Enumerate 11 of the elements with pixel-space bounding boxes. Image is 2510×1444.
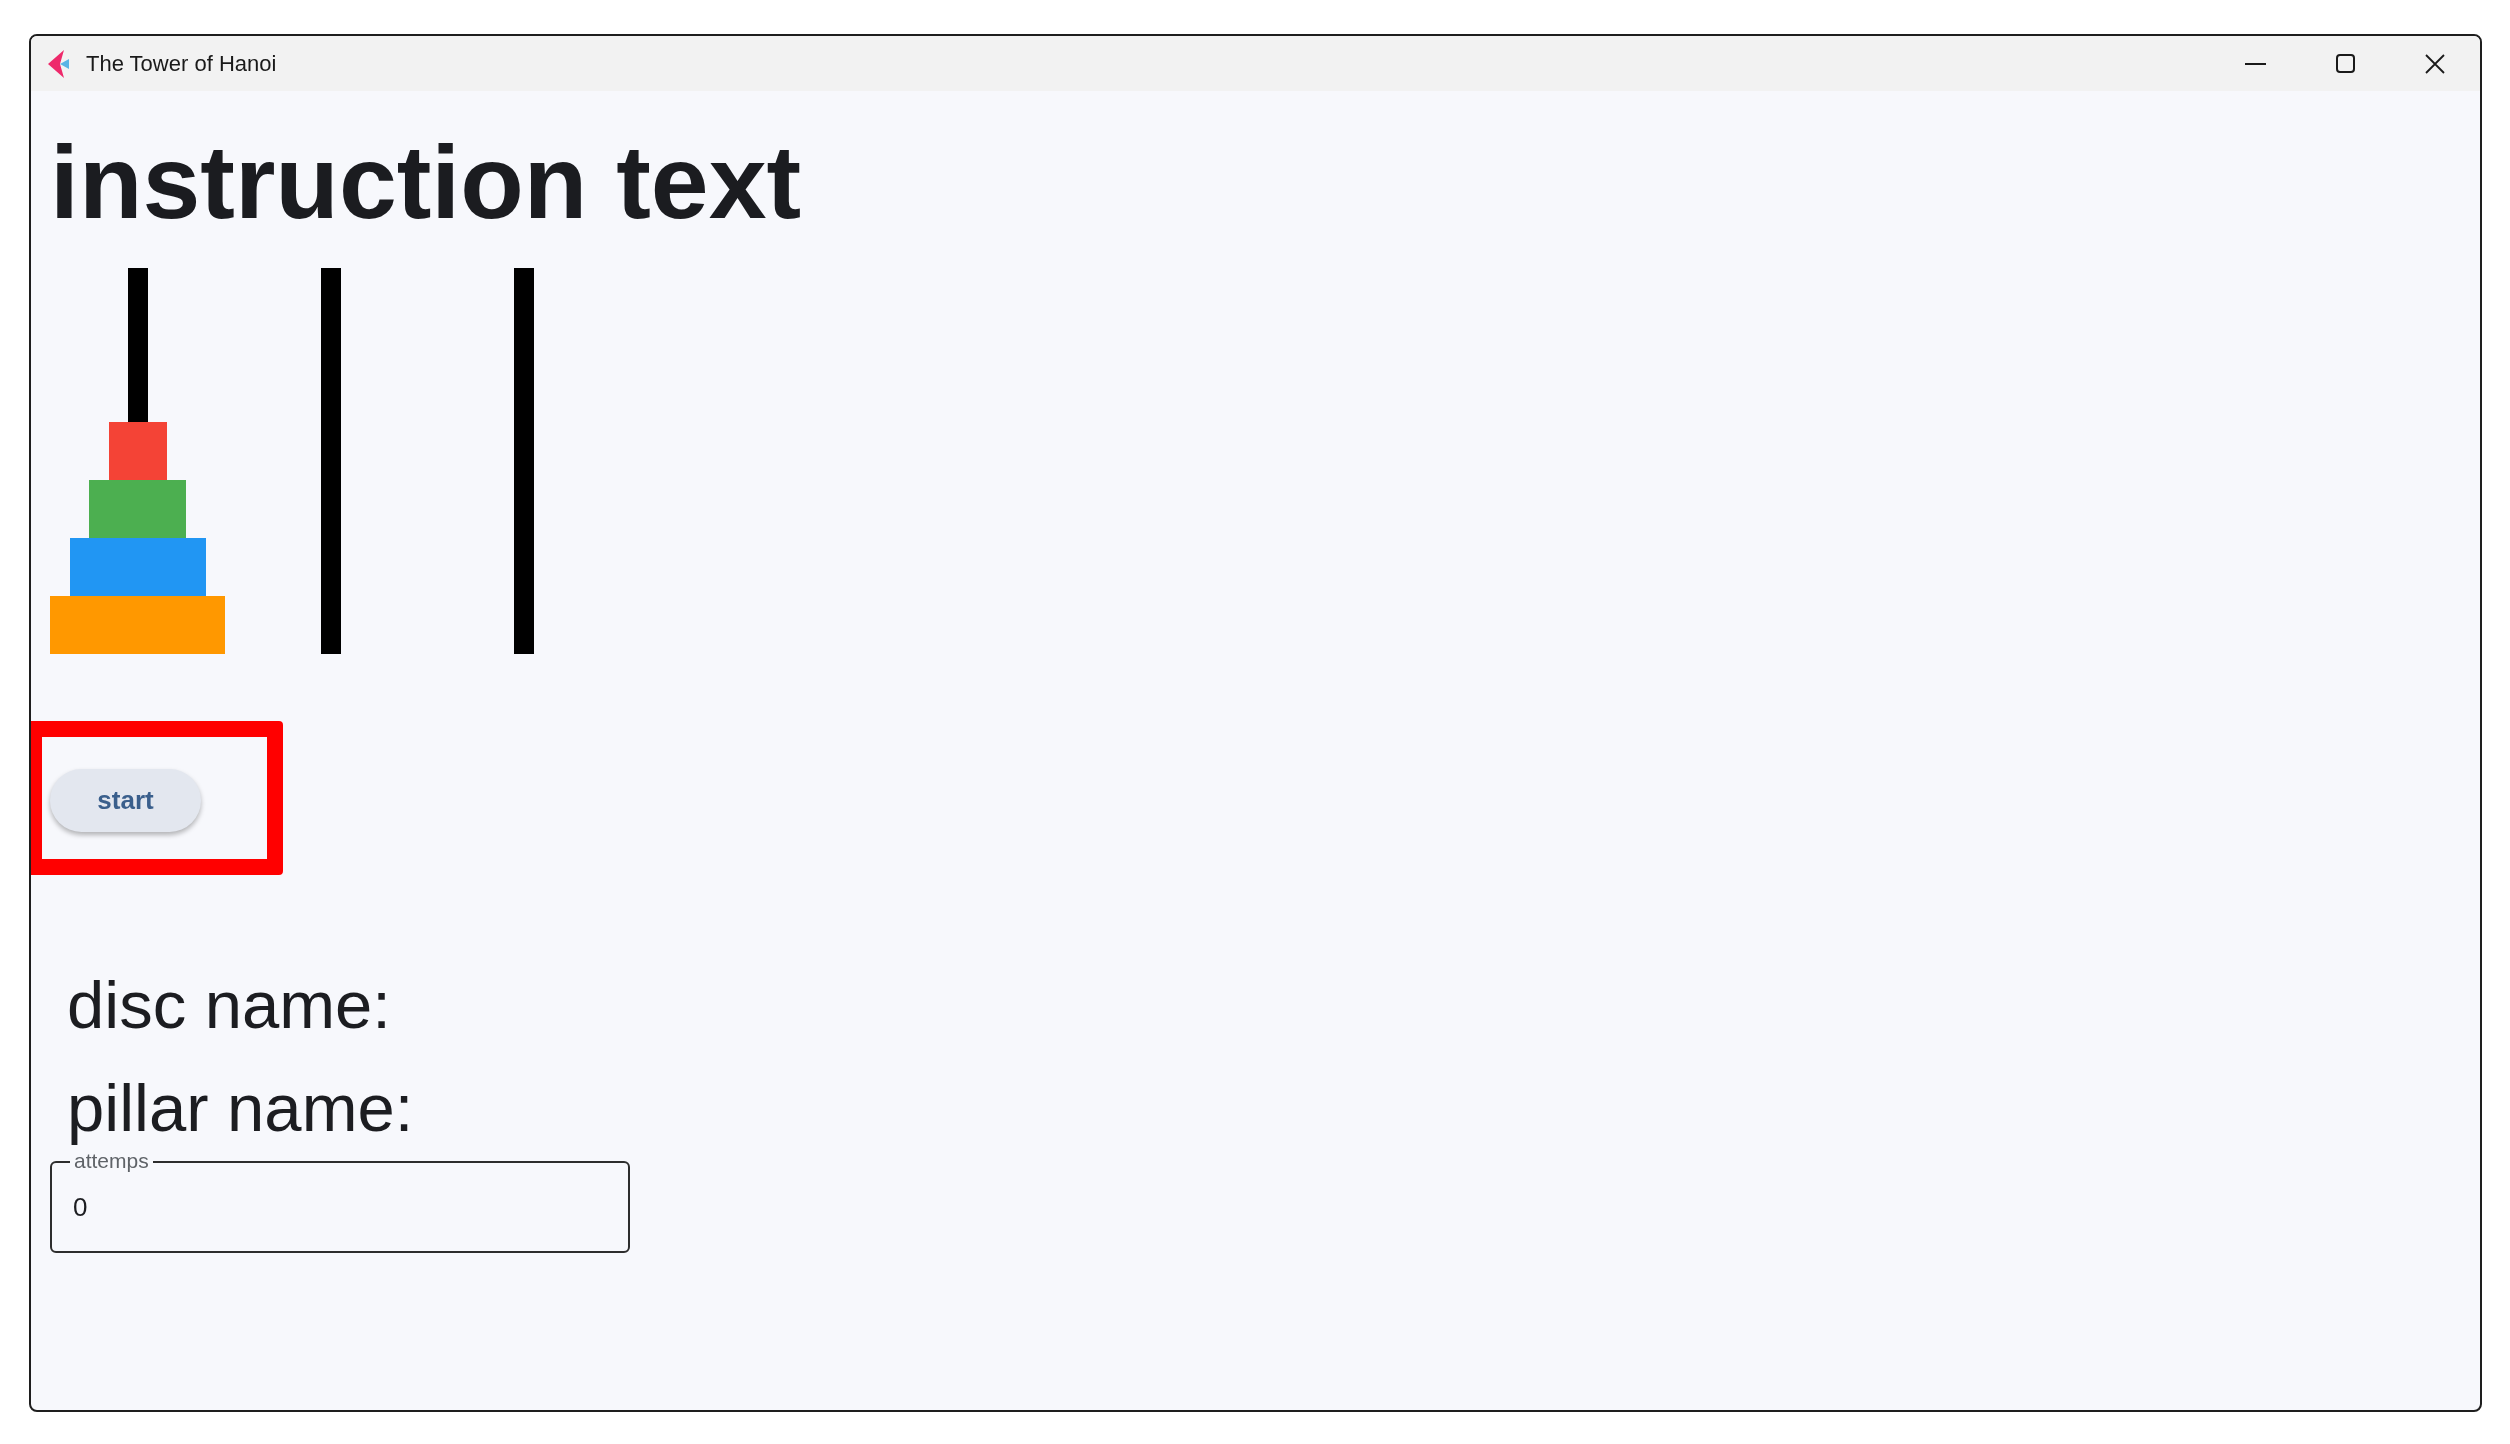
instruction-heading: instruction text [50,130,802,234]
start-button[interactable]: start [50,769,201,832]
disc-name-label: disc name: [67,971,391,1038]
pillar[interactable] [513,268,534,654]
close-icon [2425,53,2445,74]
maximize-icon [2335,54,2355,73]
app-icon [48,49,69,78]
pillar[interactable] [320,268,341,654]
minimize-icon [2244,62,2266,65]
pillar[interactable] [127,268,148,422]
window-title: The Tower of Hanoi [86,50,277,78]
